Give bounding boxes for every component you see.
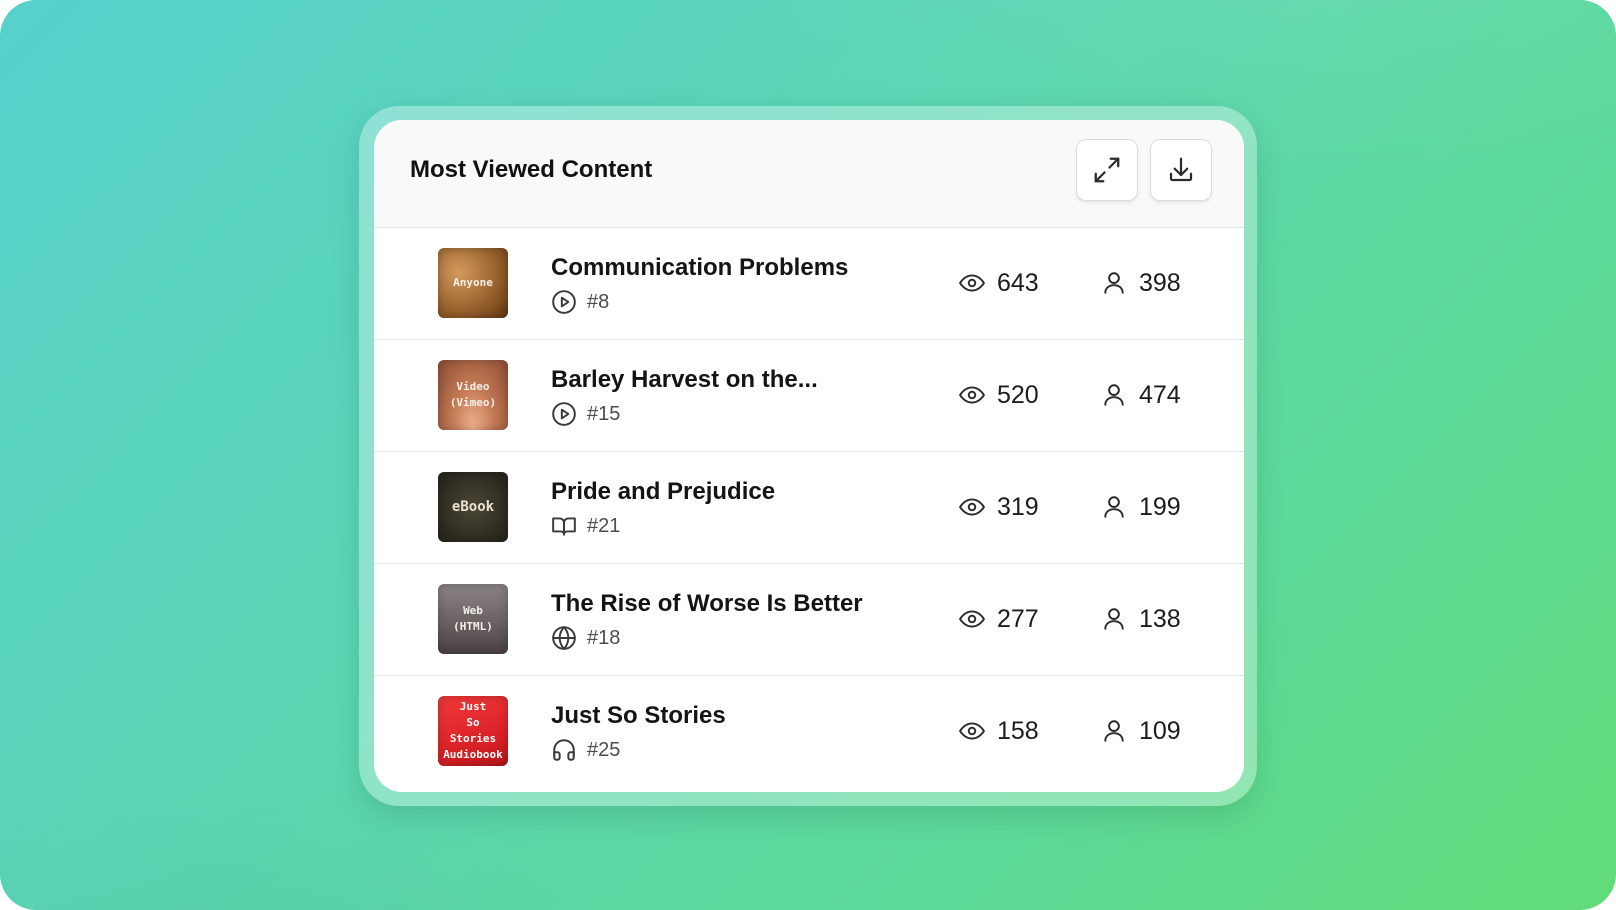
content-thumbnail: eBook bbox=[438, 472, 508, 542]
content-thumbnail: Web (HTML) bbox=[438, 584, 508, 654]
card-title: Most Viewed Content bbox=[410, 156, 653, 183]
content-rank: #15 bbox=[587, 402, 621, 425]
content-thumbnail: Video (Vimeo) bbox=[438, 360, 508, 430]
views-count: 158 bbox=[997, 716, 1039, 745]
play-circle-icon bbox=[551, 401, 577, 427]
views-count: 520 bbox=[997, 380, 1039, 409]
user-icon bbox=[1101, 718, 1127, 744]
users-count: 199 bbox=[1139, 492, 1181, 521]
content-meta: #25 bbox=[551, 736, 620, 764]
content-thumbnail: Just So Stories Audiobook bbox=[438, 696, 508, 766]
download-icon bbox=[1166, 155, 1196, 185]
views-stat: 319 bbox=[959, 492, 1039, 522]
content-title[interactable]: Barley Harvest on the... bbox=[551, 366, 818, 394]
eye-icon bbox=[959, 718, 985, 744]
content-meta: #15 bbox=[551, 400, 620, 428]
content-title[interactable]: Pride and Prejudice bbox=[551, 478, 775, 506]
content-rank: #21 bbox=[587, 514, 621, 537]
content-rank: #18 bbox=[587, 626, 621, 649]
users-count: 138 bbox=[1139, 604, 1181, 633]
card-header: Most Viewed Content bbox=[374, 120, 1244, 228]
users-count: 109 bbox=[1139, 716, 1181, 745]
eye-icon bbox=[959, 382, 985, 408]
views-stat: 643 bbox=[959, 268, 1039, 298]
content-title[interactable]: Just So Stories bbox=[551, 702, 726, 730]
eye-icon bbox=[959, 494, 985, 520]
download-button[interactable] bbox=[1150, 139, 1212, 201]
content-meta: #18 bbox=[551, 624, 620, 652]
most-viewed-card: Most Viewed Content Anyone Communication… bbox=[374, 120, 1244, 792]
content-list: Anyone Communication Problems #8 643 398 bbox=[374, 228, 1244, 788]
play-circle-icon bbox=[551, 289, 577, 315]
book-open-icon bbox=[551, 513, 577, 539]
users-count: 474 bbox=[1139, 380, 1181, 409]
content-meta: #21 bbox=[551, 512, 620, 540]
views-stat: 277 bbox=[959, 604, 1039, 634]
users-count: 398 bbox=[1139, 268, 1181, 297]
content-thumbnail: Anyone bbox=[438, 248, 508, 318]
content-row[interactable]: eBook Pride and Prejudice #21 319 199 bbox=[374, 452, 1244, 564]
users-stat: 138 bbox=[1101, 604, 1181, 634]
users-stat: 474 bbox=[1101, 380, 1181, 410]
expand-icon bbox=[1092, 155, 1122, 185]
users-stat: 398 bbox=[1101, 268, 1181, 298]
eye-icon bbox=[959, 606, 985, 632]
eye-icon bbox=[959, 270, 985, 296]
user-icon bbox=[1101, 270, 1127, 296]
content-row[interactable]: Video (Vimeo) Barley Harvest on the... #… bbox=[374, 340, 1244, 452]
content-title[interactable]: Communication Problems bbox=[551, 254, 848, 282]
content-title[interactable]: The Rise of Worse Is Better bbox=[551, 590, 863, 618]
views-count: 319 bbox=[997, 492, 1039, 521]
globe-icon bbox=[551, 625, 577, 651]
views-count: 277 bbox=[997, 604, 1039, 633]
users-stat: 109 bbox=[1101, 716, 1181, 746]
user-icon bbox=[1101, 494, 1127, 520]
views-count: 643 bbox=[997, 268, 1039, 297]
headphones-icon bbox=[551, 737, 577, 763]
users-stat: 199 bbox=[1101, 492, 1181, 522]
content-row[interactable]: Anyone Communication Problems #8 643 398 bbox=[374, 228, 1244, 340]
content-rank: #25 bbox=[587, 738, 621, 761]
content-meta: #8 bbox=[551, 288, 609, 316]
expand-button[interactable] bbox=[1076, 139, 1138, 201]
content-row[interactable]: Just So Stories Audiobook Just So Storie… bbox=[374, 676, 1244, 788]
content-row[interactable]: Web (HTML) The Rise of Worse Is Better #… bbox=[374, 564, 1244, 676]
content-rank: #8 bbox=[587, 290, 610, 313]
views-stat: 158 bbox=[959, 716, 1039, 746]
user-icon bbox=[1101, 606, 1127, 632]
views-stat: 520 bbox=[959, 380, 1039, 410]
user-icon bbox=[1101, 382, 1127, 408]
